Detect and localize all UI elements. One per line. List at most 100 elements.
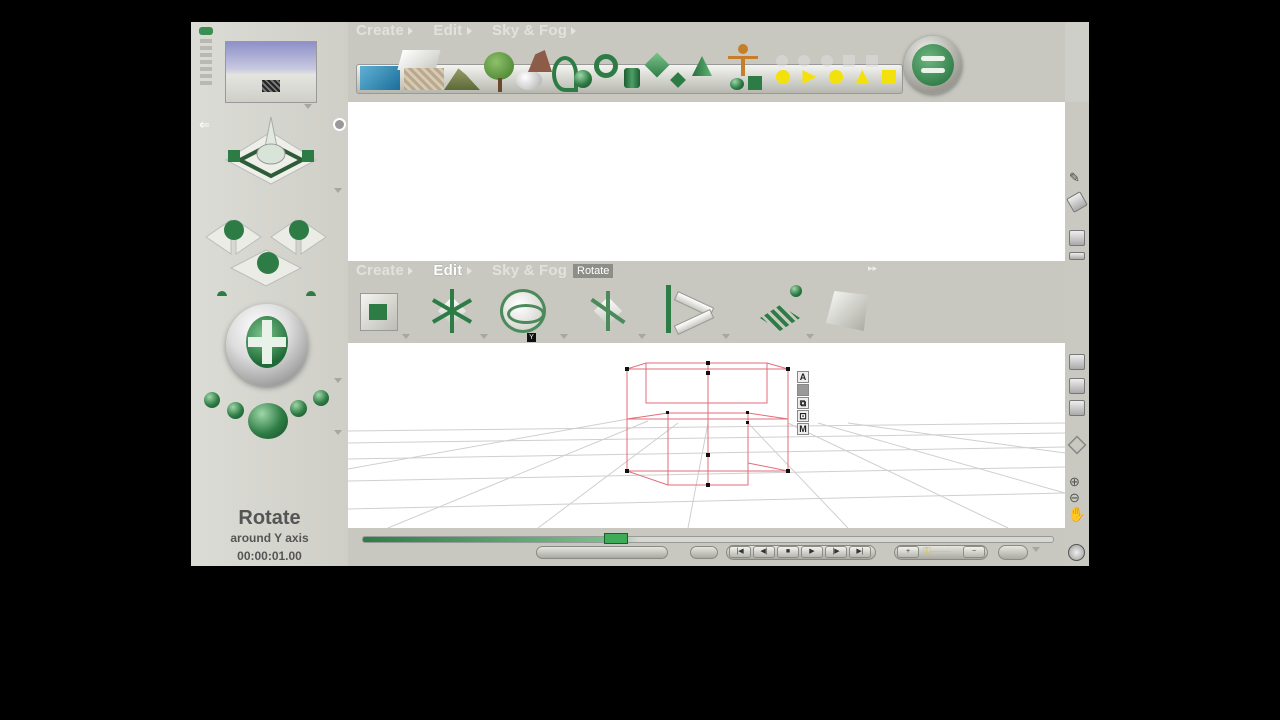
clay-icon[interactable] xyxy=(528,50,552,72)
zoom-dropdown-icon[interactable] xyxy=(334,430,342,435)
prev-frame-button[interactable]: ◀| xyxy=(753,546,775,558)
scene-preview[interactable] xyxy=(225,41,317,103)
timeline-playhead[interactable] xyxy=(604,533,628,544)
duplicate-icon[interactable] xyxy=(760,305,800,331)
remove-keyframe-button[interactable]: − xyxy=(963,546,985,558)
duplicate-source-icon[interactable] xyxy=(790,285,802,297)
dolly-sphere-button[interactable] xyxy=(226,304,308,386)
camera-target-icon[interactable] xyxy=(333,118,346,131)
status-subtitle: around Y axis xyxy=(230,531,309,545)
view-top-icon[interactable] xyxy=(1069,252,1085,260)
top-menu-create[interactable]: Create xyxy=(356,22,413,39)
timeline-dropdown-icon[interactable] xyxy=(1032,547,1040,552)
duplicate-dropdown-icon[interactable] xyxy=(806,334,814,339)
key-icon[interactable]: ⚿━━ xyxy=(923,547,955,557)
align-icon[interactable] xyxy=(664,285,716,335)
left-control-panel: ⇐ Rotate around Y axis 00:00:01.00 xyxy=(191,22,348,566)
curve-button[interactable] xyxy=(998,545,1028,560)
scale-dropdown-icon[interactable] xyxy=(480,334,488,339)
rotate-dropdown-icon[interactable] xyxy=(560,334,568,339)
lower-menu-create[interactable]: Create xyxy=(356,262,413,279)
corner-tool-a[interactable]: A xyxy=(797,371,809,383)
view-front-icon[interactable] xyxy=(1069,230,1085,246)
ground-grid xyxy=(347,361,1066,529)
hand-pan-icon[interactable]: ✋ xyxy=(1068,506,1085,523)
rotate-tooltip: Rotate xyxy=(573,264,614,278)
resize-dropdown-icon[interactable] xyxy=(638,334,646,339)
trackball-dropdown-icon[interactable] xyxy=(334,188,342,193)
sphere-icon[interactable] xyxy=(574,70,592,88)
app-window: ⇐ Rotate around Y axis 00:00:01.00 Creat… xyxy=(191,22,1089,566)
preview-dropdown-icon[interactable] xyxy=(304,104,312,109)
lower-menu-edit[interactable]: Edit xyxy=(433,262,472,279)
loop-button[interactable] xyxy=(690,546,718,559)
corner-tool-frame[interactable]: ⊡ xyxy=(797,410,809,422)
lower-menu-sky-fog[interactable]: Sky & Fog xyxy=(492,262,567,279)
list-icon[interactable] xyxy=(1069,378,1085,394)
play-button[interactable]: ▶ xyxy=(801,546,823,558)
resize-icon[interactable] xyxy=(586,289,630,333)
globe-icon[interactable] xyxy=(1068,544,1085,561)
zoom-main-button[interactable] xyxy=(248,403,288,439)
timeline-scrubber[interactable] xyxy=(362,536,1054,543)
zoom-dot-1[interactable] xyxy=(204,392,220,408)
pencil-icon[interactable]: ✎ xyxy=(1069,170,1080,186)
corner-tool-link[interactable]: ⧉ xyxy=(797,397,809,409)
cylinder-icon[interactable] xyxy=(624,68,640,88)
align-dropdown-icon[interactable] xyxy=(722,334,730,339)
expand-icon[interactable]: ▸▸ xyxy=(868,263,877,274)
top-menu-edit[interactable]: Edit xyxy=(433,22,472,39)
primitive-shapes-ghost xyxy=(776,54,886,68)
torus-icon[interactable] xyxy=(594,54,618,78)
zoom-in-icon[interactable]: ⊕ xyxy=(1069,474,1080,490)
keyframe-track-button[interactable] xyxy=(536,546,668,559)
eraser-icon[interactable] xyxy=(1066,191,1088,213)
zoom-dot-4[interactable] xyxy=(313,390,329,406)
playback-controls: |◀ ◀| ■ ▶ |▶ ▶| xyxy=(726,545,876,560)
small-box-icon[interactable] xyxy=(748,76,762,90)
lower-menu: Create Edit Sky & Fog xyxy=(356,262,567,280)
next-frame-button[interactable]: |▶ xyxy=(825,546,847,558)
corner-tool-m[interactable]: M xyxy=(797,423,809,435)
texture-icon[interactable] xyxy=(826,291,868,331)
top-viewport[interactable] xyxy=(348,102,1065,261)
top-menu-sky-fog[interactable]: Sky & Fog xyxy=(492,22,577,39)
move-dropdown-icon[interactable] xyxy=(402,334,410,339)
main-viewport[interactable]: A ⧉ ⊡ M xyxy=(347,343,1066,529)
scale-icon[interactable] xyxy=(430,289,474,333)
y-axis-badge[interactable]: Y xyxy=(527,333,536,342)
last-frame-button[interactable]: ▶| xyxy=(849,546,871,558)
undo-arrow-icon[interactable]: ⇐ xyxy=(199,117,210,133)
primitives-icon[interactable] xyxy=(776,70,896,88)
rotate-icon[interactable] xyxy=(500,289,546,333)
timeline-panel: |◀ ◀| ■ ▶ |▶ ▶| + ⚿━━ − xyxy=(348,528,1065,566)
camera-move-trackball-icon[interactable] xyxy=(216,112,326,202)
tree-icon[interactable] xyxy=(484,52,514,80)
corner-tool-square[interactable] xyxy=(797,384,809,396)
figure-icon[interactable] xyxy=(726,44,760,76)
move-object-icon[interactable] xyxy=(360,293,398,331)
ground-icon[interactable] xyxy=(404,68,444,90)
cube-view-icon[interactable] xyxy=(1067,435,1087,455)
right-tool-strip: ✎ ⊕ ⊖ ✋ xyxy=(1065,102,1089,566)
water-icon[interactable] xyxy=(360,66,400,90)
camera-rotate-control-icon[interactable] xyxy=(201,200,331,296)
zoom-out-icon[interactable]: ⊖ xyxy=(1069,490,1080,506)
zoom-dot-2[interactable] xyxy=(227,402,244,419)
edit-toolbar: Create Edit Sky & Fog Rotate ▸▸ Y xyxy=(348,261,1089,343)
rock-icon[interactable] xyxy=(516,70,542,90)
zoom-dot-3[interactable] xyxy=(290,400,307,417)
plane-icon[interactable] xyxy=(397,50,441,70)
perspective-icon[interactable] xyxy=(1069,354,1085,370)
small-sphere-icon[interactable] xyxy=(730,78,744,90)
app-logo-icon[interactable] xyxy=(904,36,962,94)
palette-strip[interactable] xyxy=(199,27,215,105)
selected-box-wireframe xyxy=(626,362,789,486)
inbox-icon[interactable] xyxy=(1069,400,1085,416)
top-menu: Create Edit Sky & Fog xyxy=(356,22,577,40)
first-frame-button[interactable]: |◀ xyxy=(729,546,751,558)
dolly-dropdown-icon[interactable] xyxy=(334,378,342,383)
stop-button[interactable]: ■ xyxy=(777,546,799,558)
add-keyframe-button[interactable]: + xyxy=(897,546,919,558)
status-time: 00:00:01.00 xyxy=(237,549,302,563)
